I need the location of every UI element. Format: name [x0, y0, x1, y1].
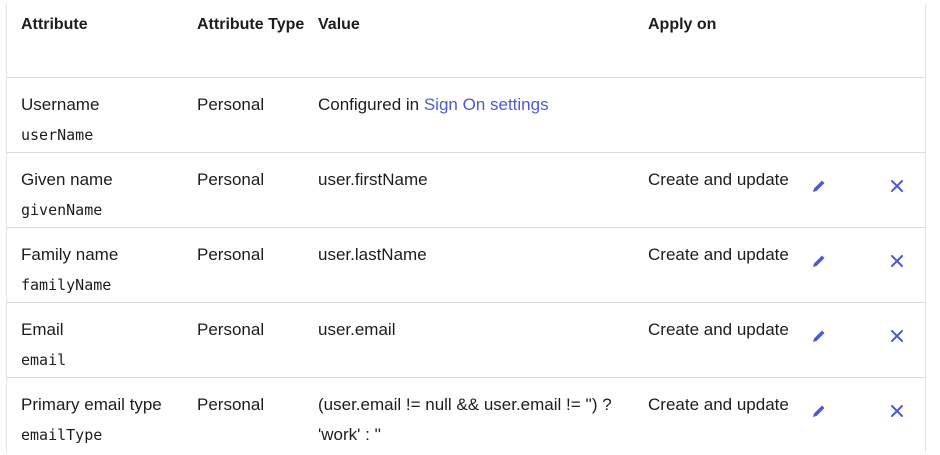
header-apply-on: Apply on [648, 16, 717, 33]
pencil-icon [813, 330, 825, 342]
attribute-name: Primary email type [21, 395, 162, 414]
edit-button[interactable] [808, 175, 830, 197]
delete-cell [858, 78, 925, 152]
apply-on-cell: Create and update [648, 170, 789, 189]
edit-cell [794, 378, 858, 453]
close-icon [891, 255, 903, 267]
attribute-variable: familyName [21, 276, 112, 294]
value-text: Configured in [318, 95, 424, 114]
table-row: Primary email type emailType Personal (u… [7, 378, 925, 453]
delete-cell [858, 378, 925, 453]
attribute-name: Given name [21, 170, 113, 189]
sign-on-settings-link[interactable]: Sign On settings [424, 95, 549, 114]
attribute-cell: Given name givenName [7, 153, 197, 227]
edit-cell [794, 78, 858, 152]
attribute-type-cell: Personal [197, 245, 265, 264]
close-icon [891, 180, 903, 192]
attribute-type-cell: Personal [197, 95, 265, 114]
table-row: Family name familyName Personal user.las… [7, 228, 925, 303]
pencil-icon [813, 255, 825, 267]
attribute-cell: Email email [7, 303, 197, 377]
attribute-cell: Primary email type emailType [7, 378, 197, 453]
header-value: Value [318, 16, 360, 33]
delete-cell [858, 228, 925, 302]
header-edit-column [794, 4, 858, 77]
pencil-icon [813, 405, 825, 417]
delete-button[interactable] [886, 325, 908, 347]
value-cell: (user.email != null && user.email != '')… [318, 395, 612, 444]
attribute-name: Email [21, 320, 64, 339]
value-cell: user.lastName [318, 245, 427, 264]
edit-button[interactable] [808, 325, 830, 347]
edit-cell [794, 303, 858, 377]
attribute-name: Family name [21, 245, 119, 264]
attribute-cell: Family name familyName [7, 228, 197, 302]
delete-cell [858, 153, 925, 227]
delete-button[interactable] [886, 175, 908, 197]
delete-button[interactable] [886, 250, 908, 272]
header-attribute-type: Attribute Type [197, 16, 305, 33]
value-cell: user.email [318, 320, 396, 339]
apply-on-cell: Create and update [648, 320, 789, 339]
edit-button[interactable] [808, 250, 830, 272]
delete-cell [858, 303, 925, 377]
pencil-icon [813, 180, 825, 192]
attribute-variable: emailType [21, 426, 103, 444]
attribute-type-cell: Personal [197, 170, 265, 189]
table-header-row: Attribute Attribute Type Value Apply on [7, 4, 925, 78]
header-attribute: Attribute [21, 16, 88, 33]
attribute-type-cell: Personal [197, 320, 265, 339]
table-row: Given name givenName Personal user.first… [7, 153, 925, 228]
apply-on-cell [648, 78, 794, 152]
delete-button[interactable] [886, 400, 908, 422]
value-cell: user.firstName [318, 170, 428, 189]
attribute-variable: email [21, 351, 67, 369]
apply-on-cell: Create and update [648, 395, 789, 414]
edit-cell [794, 153, 858, 227]
apply-on-cell: Create and update [648, 245, 789, 264]
header-delete-column [858, 4, 925, 77]
edit-button[interactable] [808, 400, 830, 422]
attribute-name: Username [21, 95, 100, 114]
close-icon [891, 405, 903, 417]
attribute-type-cell: Personal [197, 395, 265, 414]
edit-cell [794, 228, 858, 302]
attribute-cell: Username userName [7, 78, 197, 152]
table-row: Username userName Personal Configured in… [7, 78, 925, 153]
attribute-variable: givenName [21, 201, 103, 219]
attribute-variable: userName [21, 126, 94, 144]
close-icon [891, 330, 903, 342]
table-row: Email email Personal user.email Create a… [7, 303, 925, 378]
attribute-mapping-table: Attribute Attribute Type Value Apply on … [6, 4, 926, 453]
value-cell: Configured in Sign On settings [318, 78, 648, 152]
